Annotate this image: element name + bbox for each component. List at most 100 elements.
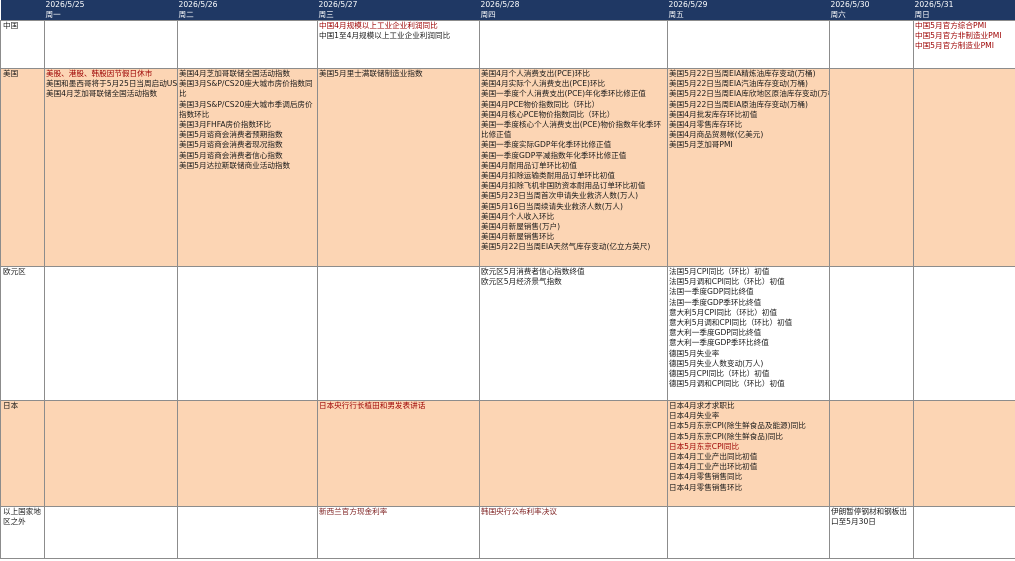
event-item[interactable]: 美国5月22日当周EIA天然气库存变动(亿立方英尺) xyxy=(481,242,666,252)
event-item[interactable]: 美国一季度核心个人消费支出(PCE)物价指数年化季环比修正值 xyxy=(481,120,666,140)
event-cell-mon[interactable] xyxy=(44,20,178,69)
event-cell-thu[interactable]: 韩国央行公布利率决议 xyxy=(479,506,668,559)
event-item[interactable]: 新西兰官方现金利率 xyxy=(319,508,478,518)
event-item[interactable]: 日本4月求才求职比 xyxy=(669,402,828,412)
event-cell-mon[interactable]: 美股、港股、韩股因节假日休市美国和墨西哥将于5月25日当周启动USMCA正式谈判… xyxy=(44,68,178,267)
header-weekday-tue[interactable]: 周二 xyxy=(177,10,318,21)
event-cell-mon[interactable] xyxy=(44,400,178,507)
header-date-mon[interactable]: 2026/5/25 xyxy=(44,0,178,10)
event-cell-thu[interactable] xyxy=(479,20,668,69)
event-item[interactable]: 美国5月22日当周EIA库欣地区原油库存变动(万桶) xyxy=(669,89,829,99)
event-item[interactable]: 美国4月个人收入环比 xyxy=(481,212,666,222)
event-item[interactable]: 美国5月23日当周首次申请失业救济人数(万人) xyxy=(481,191,666,201)
event-item[interactable]: 美国4月零售库存环比 xyxy=(669,120,828,130)
event-item[interactable]: 美国4月耐用品订单环比初值 xyxy=(481,161,666,171)
event-cell-sat[interactable] xyxy=(829,68,914,267)
event-item[interactable]: 欧元区5月消费者信心指数终值 xyxy=(481,268,666,278)
header-weekday-thu[interactable]: 周四 xyxy=(479,10,668,21)
event-cell-tue[interactable] xyxy=(177,400,318,507)
event-cell-sat[interactable] xyxy=(829,400,914,507)
event-item[interactable]: 美国一季度GDP平减指数年化季环比修正值 xyxy=(481,151,666,161)
event-cell-sat[interactable]: 伊朗暂停钢材和钢板出口至5月30日 xyxy=(829,506,914,559)
event-cell-thu[interactable]: 欧元区5月消费者信心指数终值 欧元区5月经济景气指数 xyxy=(479,266,668,401)
header-weekday-sun[interactable]: 周日 xyxy=(913,10,1015,21)
header-date-sun[interactable]: 2026/5/31 xyxy=(913,0,1015,10)
event-item[interactable]: 日本5月东京CPI(除生鲜食品)同比 xyxy=(669,432,828,442)
event-item[interactable]: 美国一季度实际GDP年化季环比修正值 xyxy=(481,140,666,150)
event-item[interactable]: 美国5月里士满联储制造业指数 xyxy=(319,70,478,80)
header-weekday-sat[interactable]: 周六 xyxy=(829,10,914,21)
event-item[interactable]: 美国4月扣除飞机非国防资本耐用品订单环比初值 xyxy=(481,181,666,191)
event-item[interactable]: 日本5月东京CPI同比 xyxy=(669,442,828,452)
event-item[interactable]: 美国5月22日当周EIA精炼油库存变动(万桶) xyxy=(669,70,828,80)
event-item[interactable]: 德国5月失业率 xyxy=(669,349,828,359)
event-cell-fri[interactable] xyxy=(667,506,830,559)
event-item[interactable]: 中国1至4月规模以上工业企业利润同比 xyxy=(319,31,478,41)
event-item[interactable]: 美国4月商品贸易帐(亿美元) xyxy=(669,130,828,140)
event-cell-sun[interactable] xyxy=(913,506,1015,559)
event-item[interactable]: 美国5月达拉斯联储商业活动指数 xyxy=(179,161,316,171)
event-cell-tue[interactable] xyxy=(177,266,318,401)
event-item[interactable]: 意大利一季度GDP同比终值 xyxy=(669,328,828,338)
event-item[interactable]: 美国5月16日当周续请失业救济人数(万人) xyxy=(481,202,666,212)
event-item[interactable]: 欧元区5月经济景气指数 xyxy=(481,277,666,287)
event-item[interactable]: 日本5月东京CPI(除生鲜食品及能源)同比 xyxy=(669,421,828,431)
event-cell-sun[interactable] xyxy=(913,400,1015,507)
header-date-sat[interactable]: 2026/5/30 xyxy=(829,0,914,10)
event-item[interactable]: 美国4月扣除运输类耐用品订单环比初值 xyxy=(481,171,666,181)
event-item[interactable]: 中国5月官方制造业PMI xyxy=(915,41,1014,51)
event-item[interactable]: 美国3月S&P/CS20座大城市房价指数同比 xyxy=(179,79,316,99)
event-cell-sat[interactable] xyxy=(829,266,914,401)
event-item[interactable]: 伊朗暂停钢材和钢板出口至5月30日 xyxy=(831,508,912,528)
event-item[interactable]: 中国5月官方综合PMI xyxy=(915,22,1014,32)
event-cell-tue[interactable] xyxy=(177,20,318,69)
event-item[interactable]: 德国5月CPI同比（环比）初值 xyxy=(669,369,828,379)
event-cell-tue[interactable] xyxy=(177,506,318,559)
event-cell-wed[interactable] xyxy=(317,266,480,401)
event-item[interactable]: 美国5月谘商会消费者现况指数 xyxy=(179,140,316,150)
event-item[interactable]: 意大利5月CPI同比（环比）初值 xyxy=(669,308,828,318)
event-cell-sat[interactable] xyxy=(829,20,914,69)
event-item[interactable]: 美国4月新屋销售环比 xyxy=(481,232,666,242)
event-item[interactable]: 美国3月S&P/CS20座大城市季调后房价指数环比 xyxy=(179,100,316,120)
event-item[interactable]: 美股、港股、韩股因节假日休市 xyxy=(46,70,176,80)
event-item[interactable]: 意大利5月调和CPI同比（环比）初值 xyxy=(669,318,828,328)
event-item[interactable]: 美国5月22日当周EIA汽油库存变动(万桶) xyxy=(669,79,828,89)
event-item[interactable]: 意大利一季度GDP季环比终值 xyxy=(669,338,828,348)
event-cell-fri[interactable]: 日本4月求才求职比 日本4月失业率 日本5月东京CPI(除生鲜食品及能源)同比 日本5… xyxy=(667,400,830,507)
header-date-tue[interactable]: 2026/5/26 xyxy=(177,0,318,10)
event-cell-sun[interactable] xyxy=(913,68,1015,267)
event-item[interactable]: 美国4月核心PCE物价指数同比（环比） xyxy=(481,110,666,120)
event-item[interactable]: 美国4月芝加哥联储全国活动指数 xyxy=(46,89,176,99)
header-date-fri[interactable]: 2026/5/29 xyxy=(667,0,830,10)
event-cell-wed[interactable]: 美国5月里士满联储制造业指数 xyxy=(317,68,480,267)
event-cell-wed[interactable]: 日本央行行长植田和男发表讲话 xyxy=(317,400,480,507)
event-item[interactable]: 德国5月失业人数变动(万人) xyxy=(669,359,828,369)
event-cell-sun[interactable] xyxy=(913,266,1015,401)
event-cell-tue[interactable]: 美国4月芝加哥联储全国活动指数 美国3月S&P/CS20座大城市房价指数同比 美国3… xyxy=(177,68,318,267)
event-cell-sun[interactable]: 中国5月官方综合PMI 中国5月官方非制造业PMI 中国5月官方制造业PMI xyxy=(913,20,1015,69)
event-cell-thu[interactable]: 美国4月个人消费支出(PCE)环比 美国4月实际个人消费支出(PCE)环比 美国一季… xyxy=(479,68,668,267)
event-item[interactable]: 美国4月实际个人消费支出(PCE)环比 xyxy=(481,79,666,89)
event-item[interactable]: 美国5月谘商会消费者预期指数 xyxy=(179,130,316,140)
event-cell-mon[interactable] xyxy=(44,506,178,559)
event-item[interactable]: 美国4月批发库存环比初值 xyxy=(669,110,828,120)
event-item[interactable]: 美国一季度个人消费支出(PCE)年化季环比修正值 xyxy=(481,89,666,99)
event-item[interactable]: 美国4月PCE物价指数同比（环比） xyxy=(481,100,666,110)
header-date-thu[interactable]: 2026/5/28 xyxy=(479,0,668,10)
event-item[interactable]: 美国4月芝加哥联储全国活动指数 xyxy=(179,70,316,80)
event-cell-wed[interactable]: 中国4月规模以上工业企业利润同比 中国1至4月规模以上工业企业利润同比 xyxy=(317,20,480,69)
event-item[interactable]: 美国5月谘商会消费者信心指数 xyxy=(179,151,316,161)
event-item[interactable]: 美国5月22日当周EIA原油库存变动(万桶) xyxy=(669,100,828,110)
event-item[interactable]: 美国和墨西哥将于5月25日当周启动USMCA正式谈判 xyxy=(46,79,177,89)
event-cell-fri[interactable]: 法国5月CPI同比（环比）初值 法国5月调和CPI同比（环比）初值 法国一季度GDP… xyxy=(667,266,830,401)
header-weekday-wed[interactable]: 周三 xyxy=(317,10,480,21)
event-item[interactable]: 法国5月CPI同比（环比）初值 xyxy=(669,268,828,278)
event-item[interactable]: 美国5月芝加哥PMI xyxy=(669,140,828,150)
event-item[interactable]: 德国5月调和CPI同比（环比）初值 xyxy=(669,379,828,389)
event-item[interactable]: 中国5月官方非制造业PMI xyxy=(915,31,1014,41)
event-item[interactable]: 日本4月工业产出同比初值 xyxy=(669,452,828,462)
event-cell-thu[interactable] xyxy=(479,400,668,507)
event-item[interactable]: 日本4月工业产出环比初值 xyxy=(669,462,828,472)
event-item[interactable]: 美国4月个人消费支出(PCE)环比 xyxy=(481,70,666,80)
